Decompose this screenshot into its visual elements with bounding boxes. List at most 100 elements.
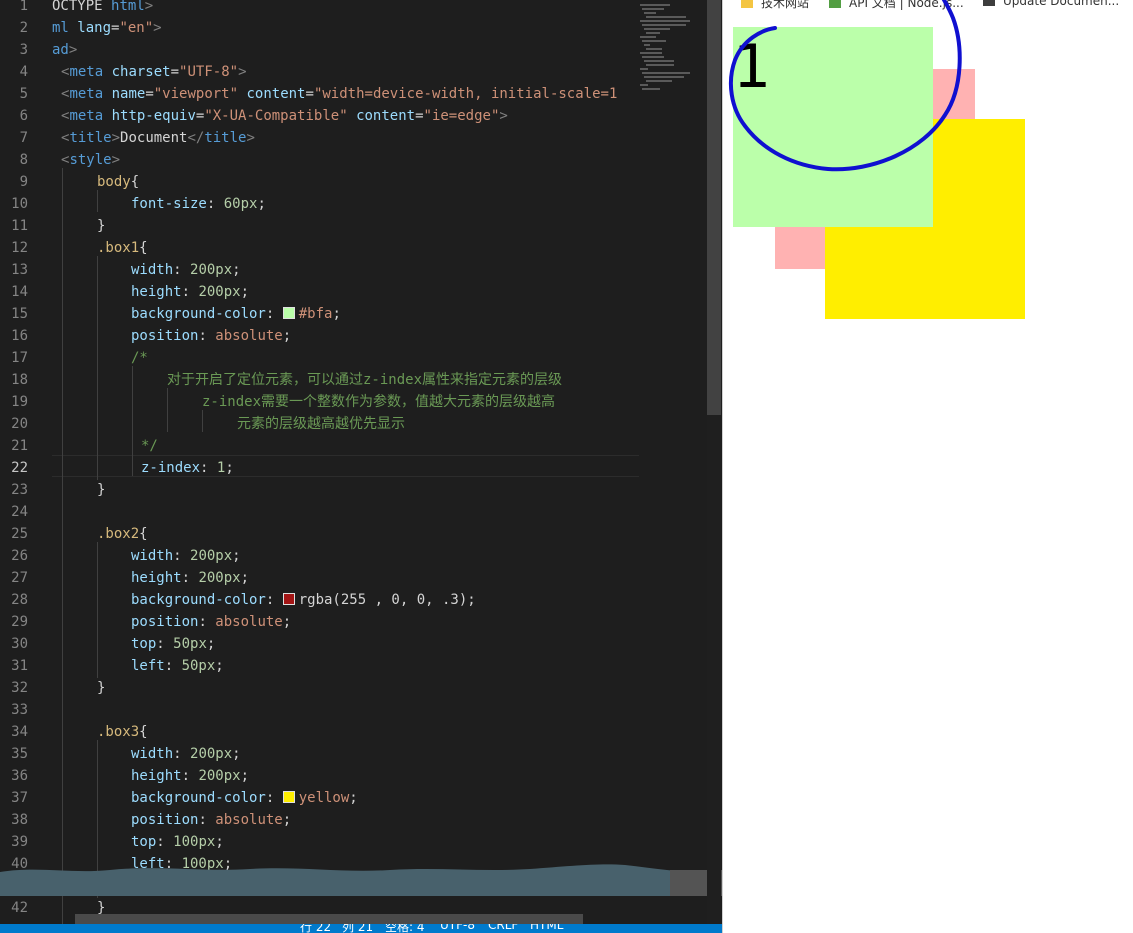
minimap-line: [640, 84, 648, 86]
status-indent[interactable]: 空格: 4: [385, 924, 425, 933]
minimap[interactable]: [640, 0, 708, 100]
line-number: 15: [11, 306, 28, 322]
line-number: 3: [19, 42, 28, 58]
color-swatch-box1[interactable]: [282, 307, 295, 319]
status-encoding[interactable]: UTF-8: [440, 924, 475, 932]
code-line-21: */: [141, 438, 158, 454]
code-line-16: position: absolute;: [131, 328, 292, 344]
line-number: 11: [11, 218, 28, 234]
code-line-26: width: 200px;: [131, 548, 241, 564]
line-number: 29: [11, 614, 28, 630]
line-number: 1: [19, 0, 28, 14]
code-line-12: .box1{: [97, 240, 148, 256]
line-number: 16: [11, 328, 28, 344]
minimap-line: [642, 72, 690, 74]
line-number: 30: [11, 636, 28, 652]
line-number: 17: [11, 350, 28, 366]
code-line-23: }: [97, 482, 106, 498]
minimap-line: [640, 20, 690, 22]
code-line-3: ad>: [52, 42, 78, 58]
code-editor[interactable]: 1 2 3 4 5 6 7 8 9 10 11 12 13 14 15 16 17 18 19 20 21 22 23 24 2…: [0, 0, 722, 933]
line-number-gutter: 1 2 3 4 5 6 7 8 9 10 11 12 13 14 15 16 17 18 19 20 21 22 23 24 2…: [0, 0, 40, 933]
status-eol[interactable]: CRLF: [488, 924, 518, 932]
code-line-11: }: [97, 218, 106, 234]
minimap-line: [640, 36, 656, 38]
code-line-18: 对于开启了定位元素，可以通过z-index属性来指定元素的层级: [167, 372, 562, 388]
vertical-scrollbar-thumb[interactable]: [707, 0, 721, 415]
line-number: 18: [11, 372, 28, 388]
minimap-line: [642, 88, 660, 90]
line-number: 21: [11, 438, 28, 454]
code-line-38: position: absolute;: [131, 812, 292, 828]
line-number: 26: [11, 548, 28, 564]
line-number: 33: [11, 702, 28, 718]
line-number: 23: [11, 482, 28, 498]
code-area[interactable]: OCTYPE html> ml lang="en"> ad> <meta cha…: [52, 0, 640, 933]
code-line-13: width: 200px;: [131, 262, 241, 278]
line-number: 8: [19, 152, 28, 168]
line-number: 9: [19, 174, 28, 190]
minimap-line: [642, 40, 666, 42]
status-column[interactable]: 列 21: [342, 924, 373, 933]
code-line-20: 元素的层级越高越优先显示: [237, 416, 405, 432]
status-bar: 行 22 列 21 空格: 4 UTF-8 CRLF HTML: [0, 924, 722, 933]
line-number: 28: [11, 592, 28, 608]
horizontal-scrollbar-thumb[interactable]: [75, 914, 583, 924]
line-number: 7: [19, 130, 28, 146]
line-number: 24: [11, 504, 28, 520]
minimap-line: [646, 64, 674, 66]
screen-overlay-band: [0, 864, 722, 896]
color-swatch-box3[interactable]: [282, 791, 295, 803]
status-line[interactable]: 行 22: [300, 924, 331, 933]
minimap-line: [644, 76, 684, 78]
code-line-1: OCTYPE html>: [52, 0, 154, 14]
code-line-8: <style>: [61, 152, 121, 168]
code-line-4: <meta charset="UTF-8">: [61, 64, 247, 80]
line-number: 32: [11, 680, 28, 696]
line-number: 36: [11, 768, 28, 784]
code-line-22: z-index: 1;: [141, 460, 234, 476]
code-line-5: <meta name="viewport" content="width=dev…: [61, 86, 618, 102]
vertical-scrollbar-lower: [707, 415, 721, 933]
code-line-32: }: [97, 680, 106, 696]
code-line-27: height: 200px;: [131, 570, 250, 586]
status-language[interactable]: HTML: [530, 924, 563, 932]
line-number: 35: [11, 746, 28, 762]
browser-preview: 技术网站 API 文档 | Node.js... Update Documen.…: [722, 0, 1133, 933]
minimap-line: [646, 48, 662, 50]
code-line-39: top: 100px;: [131, 834, 224, 850]
minimap-line: [642, 24, 686, 26]
line-number: 10: [11, 196, 28, 212]
minimap-line: [640, 68, 648, 70]
line-number: 25: [11, 526, 28, 542]
code-line-7: <title>Document</title>: [61, 130, 255, 146]
line-number: 13: [11, 262, 28, 278]
code-line-9: body{: [97, 174, 140, 190]
color-swatch-box2[interactable]: [282, 593, 295, 605]
minimap-line: [642, 8, 664, 10]
minimap-line: [640, 4, 670, 6]
minimap-line: [642, 56, 664, 58]
code-line-36: height: 200px;: [131, 768, 250, 784]
line-number: 34: [11, 724, 28, 740]
code-line-37: background-color: yellow;: [131, 790, 358, 806]
code-line-29: position: absolute;: [131, 614, 292, 630]
line-number: 22: [11, 460, 28, 476]
minimap-line: [644, 60, 674, 62]
code-line-17: /*: [131, 350, 148, 366]
line-number: 38: [11, 812, 28, 828]
line-number: 12: [11, 240, 28, 256]
minimap-line: [646, 80, 672, 82]
code-line-14: height: 200px;: [131, 284, 250, 300]
code-line-31: left: 50px;: [131, 658, 224, 674]
minimap-line: [646, 16, 686, 18]
line-number: 42: [11, 900, 28, 916]
code-line-25: .box2{: [97, 526, 148, 542]
line-number: 31: [11, 658, 28, 674]
code-line-35: width: 200px;: [131, 746, 241, 762]
line-number: 6: [19, 108, 28, 124]
line-number: 39: [11, 834, 28, 850]
code-line-6: <meta http-equiv="X-UA-Compatible" conte…: [61, 108, 508, 124]
minimap-line: [646, 32, 660, 34]
minimap-line: [644, 12, 656, 14]
